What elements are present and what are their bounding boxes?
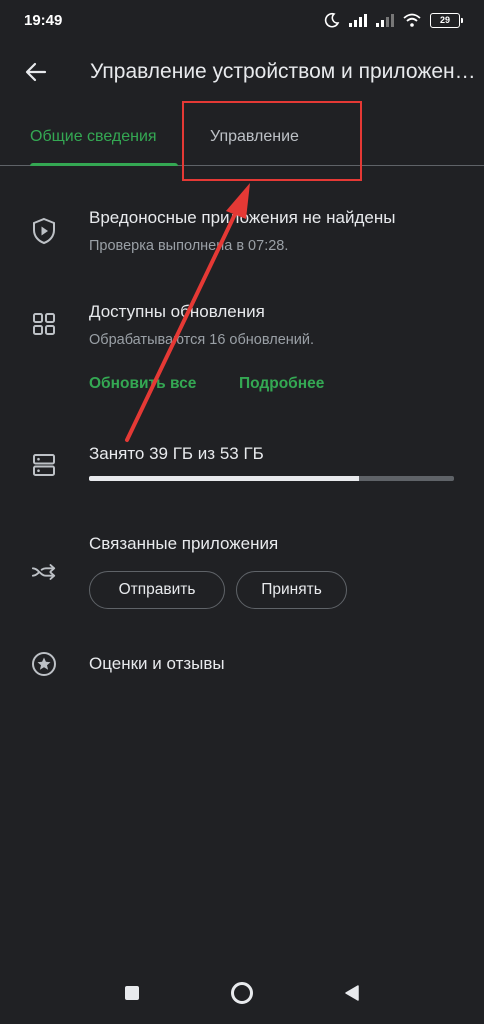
security-subtitle: Проверка выполнена в 07:28. [89,238,289,254]
storage-progress-fill [89,476,360,481]
wifi-icon [403,13,421,27]
system-nav-bar [0,962,484,1024]
updates-title: Доступны обновления [89,302,265,321]
home-button[interactable] [222,973,262,1013]
battery-level: 29 [439,15,450,25]
storage-title: Занято 39 ГБ из 53 ГБ [89,444,264,463]
page-title: Управление устройством и приложениями [90,60,480,83]
status-bar: 19:49 29 [0,0,484,40]
battery-icon: 29 [430,12,463,28]
app-bar: Управление устройством и приложениями [0,46,484,98]
updates-subtitle: Обрабатываются 16 обновлений. [89,332,314,348]
share-arrows-icon [31,559,57,585]
status-time: 19:49 [24,11,63,29]
recents-button[interactable] [112,973,152,1013]
arrow-left-icon [25,62,47,82]
update-all-button[interactable]: Обновить все [89,375,196,393]
circle-icon [231,982,253,1004]
back-nav-button[interactable] [332,973,372,1013]
update-details-button[interactable]: Подробнее [239,375,324,393]
shield-play-icon [31,217,57,245]
back-button[interactable] [0,46,72,98]
tab-manage[interactable]: Управление [210,108,299,165]
storage-progress-bar [89,476,454,481]
shared-apps-title: Связанные приложения [89,534,279,553]
star-circle-icon [31,651,57,677]
apps-grid-icon [31,311,57,337]
ratings-row[interactable]: Оценки и отзывы [89,654,225,674]
triangle-back-icon [345,985,359,1001]
status-icons: 29 [324,12,463,28]
security-title: Вредоносные приложения не найдены [89,208,396,227]
send-button[interactable]: Отправить [89,571,225,609]
tab-overview[interactable]: Общие сведения [30,108,157,165]
square-icon [125,986,139,1000]
moon-icon [324,12,340,28]
signal-icon [349,14,367,27]
storage-icon [31,452,57,478]
tab-active-indicator [30,163,178,166]
signal-icon [376,14,394,27]
receive-button[interactable]: Принять [236,571,347,609]
tab-bar: Общие сведения Управление [0,108,484,166]
